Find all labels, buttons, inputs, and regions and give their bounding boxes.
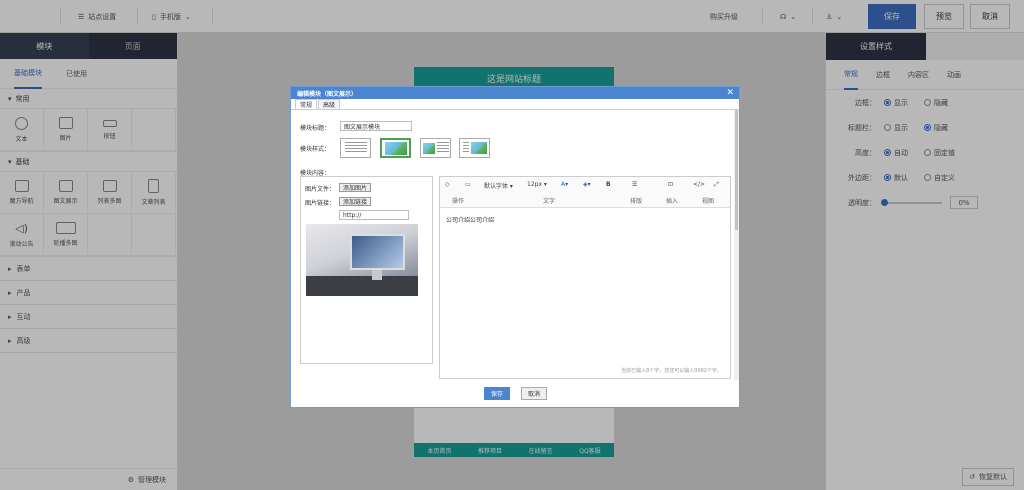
font-family-select[interactable]: 默认字体 ▾ [484, 181, 513, 190]
editor-toolbar: ◇ ▭ 默认字体 ▾ 12px ▾ A▾ ◈▾ B ☰ ⊡ </> ⤢ 操作 文… [440, 177, 730, 208]
add-link-button[interactable]: 添加链接 [339, 197, 372, 206]
module-style-label: 模块样式： [300, 146, 331, 153]
group-view[interactable]: 视图 [702, 196, 714, 205]
layout-option-image-right[interactable] [459, 138, 490, 158]
desk-shape [306, 276, 418, 296]
editor-body[interactable]: 公司介绍公司介绍 [440, 208, 730, 231]
code-icon[interactable]: </> [693, 181, 705, 188]
monitor-shape [350, 234, 405, 270]
align-icon[interactable]: ☰ [632, 181, 637, 188]
close-icon[interactable]: ✕ [726, 87, 734, 99]
undo-icon[interactable]: ◇ [445, 181, 450, 188]
dialog-titlebar: 编辑模块（图文展示） ✕ [291, 87, 739, 99]
redo-icon[interactable]: ▭ [465, 181, 471, 188]
group-text[interactable]: 文字 [543, 196, 555, 205]
dialog-tabs: 常规 高级 [291, 99, 739, 110]
group-insert[interactable]: 插入 [666, 196, 678, 205]
text-lines-icon [462, 142, 469, 154]
layout-option-image-top[interactable] [380, 138, 411, 158]
fullscreen-icon[interactable]: ⤢ [714, 181, 719, 189]
tab-dialog-general[interactable]: 常规 [295, 99, 318, 109]
text-layout-icon [344, 142, 367, 154]
text-lines-icon [436, 142, 449, 154]
module-title-input[interactable]: 图文展示模块 [340, 121, 412, 131]
dialog-save-button[interactable]: 保存 [484, 387, 510, 400]
add-image-button[interactable]: 添加图片 [339, 183, 372, 192]
layout-option-image-left[interactable] [420, 138, 451, 158]
dialog-cancel-button[interactable]: 取消 [521, 387, 547, 400]
highlight-icon[interactable]: ◈▾ [583, 181, 591, 188]
image-link-input[interactable]: http:// [339, 210, 409, 220]
rich-text-editor: ◇ ▭ 默认字体 ▾ 12px ▾ A▾ ◈▾ B ☰ ⊡ </> ⤢ 操作 文… [439, 176, 731, 379]
char-counter: 当前已输入8个字，您还可以输入9992个字。 [621, 368, 722, 374]
image-panel: 图片文件： 添加图片 图片链接： 添加链接 http:// [300, 176, 433, 364]
insert-icon[interactable]: ⊡ [668, 181, 673, 188]
font-size-select[interactable]: 12px ▾ [527, 181, 547, 188]
stand-shape [372, 270, 382, 280]
image-link-label: 图片链接： [305, 200, 336, 207]
scrollbar-thumb[interactable] [735, 110, 738, 230]
edit-module-dialog: 编辑模块（图文展示） ✕ 常规 高级 模块标题： 图文展示模块 模块样式： 模块内… [290, 86, 740, 408]
group-operate[interactable]: 操作 [452, 196, 464, 205]
image-left-icon [422, 142, 435, 154]
layout-option-text[interactable] [340, 138, 371, 158]
module-title-label: 模块标题： [300, 125, 331, 132]
font-color-icon[interactable]: A▾ [561, 181, 568, 188]
tab-dialog-advanced[interactable]: 高级 [318, 99, 341, 109]
image-layout-icon [384, 141, 407, 155]
dialog-scrollbar[interactable] [734, 110, 739, 380]
image-right-icon [470, 142, 487, 154]
group-layout[interactable]: 排版 [630, 196, 642, 205]
bold-button[interactable]: B [606, 181, 611, 188]
image-file-label: 图片文件： [305, 186, 336, 193]
preview-image [306, 224, 418, 296]
